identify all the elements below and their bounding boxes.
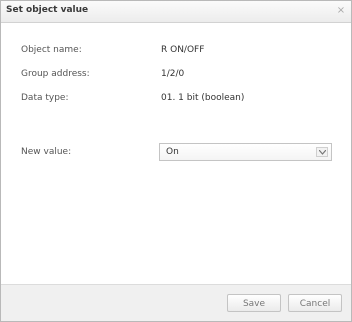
group-address-label: Group address: (21, 69, 90, 79)
close-icon[interactable]: × (336, 5, 346, 17)
set-object-value-dialog: Set object value × Object name: R ON/OFF… (0, 0, 352, 322)
save-button[interactable]: Save (227, 294, 281, 312)
data-type-value: 01. 1 bit (boolean) (161, 93, 245, 103)
new-value-select[interactable]: On (159, 143, 332, 161)
new-value-label: New value: (21, 147, 72, 157)
group-address-value: 1/2/0 (161, 69, 185, 79)
data-type-label: Data type: (21, 93, 69, 103)
cancel-button[interactable]: Cancel (288, 294, 342, 312)
object-name-value: R ON/OFF (161, 45, 205, 55)
chevron-down-icon[interactable] (316, 147, 328, 157)
dialog-titlebar: Set object value × (1, 1, 351, 23)
object-name-label: Object name: (21, 45, 82, 55)
dialog-footer: Save Cancel (1, 284, 351, 321)
dialog-title: Set object value (6, 5, 89, 15)
new-value-selected: On (166, 147, 179, 157)
